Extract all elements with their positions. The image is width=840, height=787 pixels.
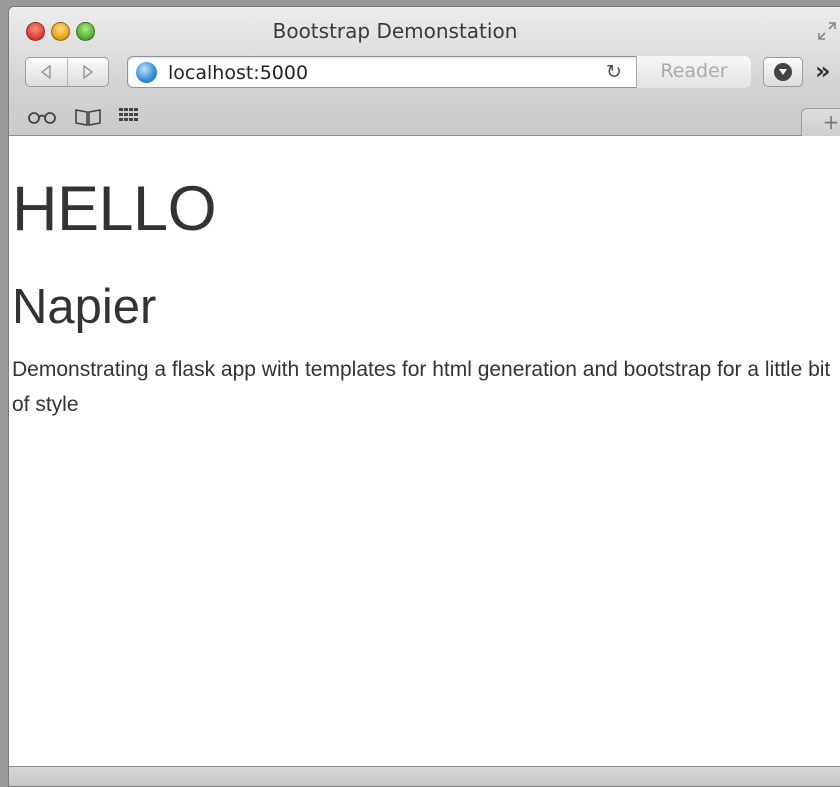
reload-icon[interactable]: ↻ (606, 61, 622, 83)
page-heading: HELLO (12, 174, 217, 244)
reader-button[interactable]: Reader (636, 56, 751, 88)
page-content: HELLO Napier Demonstrating a flask app w… (9, 137, 840, 766)
forward-button[interactable] (66, 58, 109, 86)
downloads-button[interactable] (763, 57, 803, 87)
address-bar[interactable]: localhost:5000 ↻ Reader (127, 56, 751, 88)
page-paragraph: Demonstrating a flask app with templates… (12, 358, 831, 416)
reading-list-icon[interactable] (27, 109, 57, 125)
new-tab-button[interactable]: + (801, 108, 840, 136)
forward-arrow-icon (83, 65, 93, 79)
top-sites-icon[interactable] (119, 108, 139, 126)
toolbar-overflow-chevron-icon[interactable]: » (815, 57, 831, 85)
page-subheading: Napier (12, 280, 157, 334)
back-forward-group (25, 57, 109, 87)
back-button[interactable] (26, 58, 67, 86)
status-bar (9, 766, 840, 786)
globe-icon (136, 62, 157, 83)
fullscreen-icon[interactable] (817, 21, 837, 41)
download-icon (774, 63, 792, 81)
window-title: Bootstrap Demonstation (272, 19, 518, 43)
bookmarks-icon[interactable] (75, 108, 101, 126)
browser-window: Bootstrap Demonstation localhost:5000 ↻ … (8, 6, 840, 787)
back-arrow-icon (41, 65, 51, 79)
bookmarks-bar (27, 105, 139, 129)
window-title-bar: Bootstrap Demonstation (9, 19, 840, 43)
browser-chrome: Bootstrap Demonstation localhost:5000 ↻ … (9, 7, 840, 136)
url-text[interactable]: localhost:5000 (168, 62, 308, 84)
